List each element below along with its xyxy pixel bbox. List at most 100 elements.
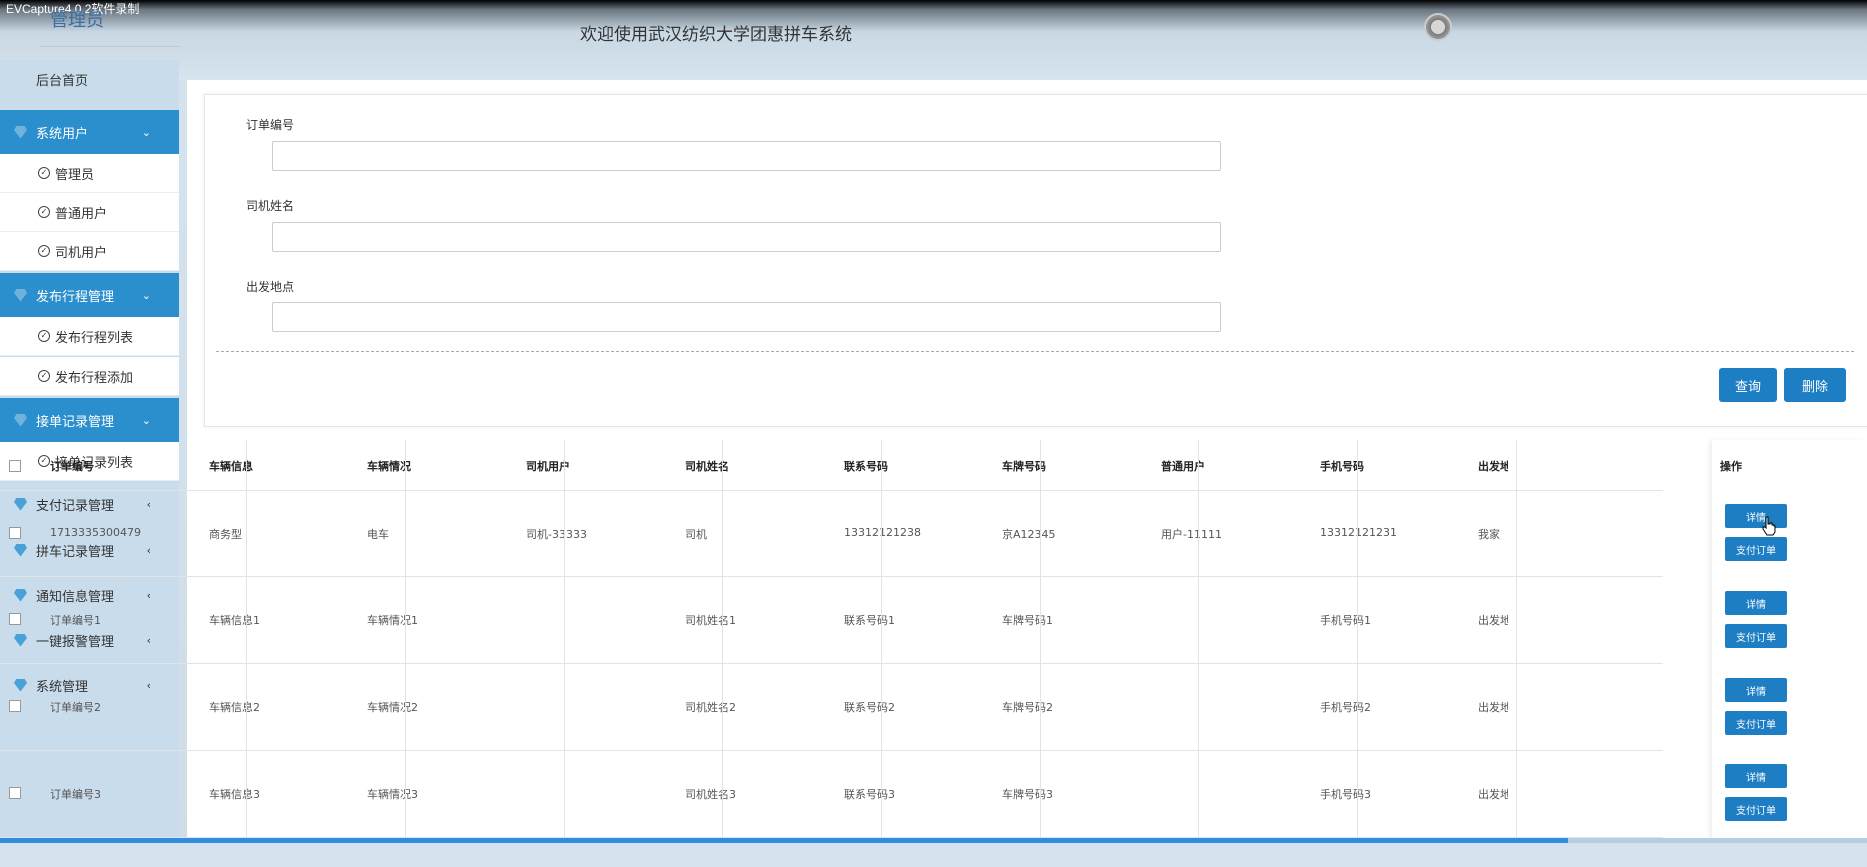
top-bar [0, 0, 1867, 80]
driver-name-input[interactable] [272, 222, 1221, 252]
table-row: 1713335300479 商务型 电车 司机-33333 司机 1331212… [0, 490, 1663, 577]
detail-button[interactable]: 详情 [1725, 591, 1787, 615]
column-divider [1357, 440, 1358, 867]
check-circle-icon: ✓ [38, 245, 50, 257]
table-row: 订单编号3 车辆信息3 车辆情况3 司机姓名3 联系号码3 车牌号码3 手机号码… [0, 750, 1663, 838]
sidebar-item-label: 发布行程列表 [55, 330, 134, 346]
hand-cursor-icon [1762, 516, 1776, 536]
driver-name-cell: 司机姓名1 [685, 614, 736, 627]
order-number-input[interactable] [272, 141, 1221, 171]
sidebar-group-order-records[interactable]: 接单记录管理 ⌄ [0, 398, 179, 442]
departure-label: 出发地点 [246, 280, 295, 294]
order-number-cell: 订单编号3 [50, 788, 101, 801]
divider [216, 351, 1854, 352]
operation-column: 操作 详情 支付订单 详情 支付订单 详情 支付订单 详情 支付订单 [1712, 440, 1867, 867]
select-all-checkbox[interactable] [9, 460, 21, 472]
departure-input[interactable] [272, 302, 1221, 332]
detail-button[interactable]: 详情 [1725, 678, 1787, 702]
check-circle-icon: ✓ [38, 206, 50, 218]
detail-button[interactable]: 详情 [1725, 764, 1787, 788]
delete-button[interactable]: 删除 [1784, 368, 1846, 402]
column-divider [1040, 440, 1041, 867]
sidebar-item-driver-users[interactable]: ✓ 司机用户 [0, 232, 179, 271]
phone-number-cell: 手机号码2 [1320, 701, 1371, 714]
detail-button[interactable]: 详情 [1725, 504, 1787, 528]
phone-number-cell: 13312121231 [1320, 526, 1397, 539]
order-number-cell: 1713335300479 [50, 526, 141, 539]
row-checkbox[interactable] [9, 787, 21, 799]
sidebar-item-admin[interactable]: ✓ 管理员 [0, 154, 179, 193]
query-button[interactable]: 查询 [1719, 368, 1777, 402]
contact-number-cell: 联系号码1 [844, 614, 895, 627]
sidebar-group-trip-management[interactable]: 发布行程管理 ⌄ [0, 273, 179, 317]
column-divider [1198, 440, 1199, 867]
vehicle-status-cell: 车辆情况1 [367, 614, 418, 627]
vehicle-status-cell: 电车 [367, 528, 389, 541]
pay-order-button[interactable]: 支付订单 [1725, 537, 1787, 561]
vehicle-info-cell: 车辆信息3 [209, 788, 260, 801]
plate-number-cell: 车牌号码1 [1002, 614, 1053, 627]
column-header: 出发地 [1478, 460, 1508, 473]
column-divider [881, 440, 882, 867]
chevron-down-icon: ⌄ [141, 413, 151, 427]
check-circle-icon: ✓ [38, 330, 50, 342]
sidebar-item-label: 发布行程添加 [55, 370, 134, 386]
sidebar-group-label: 接单记录管理 [36, 414, 115, 430]
sidebar-item-label: 管理员 [55, 167, 95, 183]
column-divider [405, 440, 406, 867]
driver-user-cell: 司机-33333 [526, 528, 587, 541]
vehicle-status-cell: 车辆情况3 [367, 788, 418, 801]
pay-order-button[interactable]: 支付订单 [1725, 797, 1787, 821]
sidebar-item-normal-users[interactable]: ✓ 普通用户 [0, 193, 179, 232]
driver-name-cell: 司机姓名2 [685, 701, 736, 714]
diamond-icon [14, 413, 27, 427]
chevron-down-icon: ⌄ [141, 125, 151, 139]
contact-number-cell: 联系号码2 [844, 701, 895, 714]
order-number-label: 订单编号 [246, 118, 295, 132]
sidebar-group-label: 发布行程管理 [36, 289, 115, 305]
check-circle-icon: ✓ [38, 370, 50, 382]
table-row: 订单编号1 车辆信息1 车辆情况1 司机姓名1 联系号码1 车牌号码1 手机号码… [0, 576, 1663, 664]
pay-order-button[interactable]: 支付订单 [1725, 711, 1787, 735]
sidebar-group-system-users[interactable]: 系统用户 ⌄ [0, 110, 179, 154]
loading-spinner-icon [1424, 13, 1452, 41]
recorder-bottom-bar [0, 843, 1867, 867]
driver-name-label: 司机姓名 [246, 199, 295, 213]
row-checkbox[interactable] [9, 527, 21, 539]
vehicle-info-cell: 车辆信息2 [209, 701, 260, 714]
column-divider [246, 440, 247, 867]
sidebar-item-home[interactable]: 后台首页 [36, 70, 88, 89]
sidebar-item-trip-list[interactable]: ✓ 发布行程列表 [0, 317, 179, 356]
column-divider [1516, 440, 1517, 867]
pay-order-button[interactable]: 支付订单 [1725, 624, 1787, 648]
column-header: 订单编号 [50, 460, 94, 473]
order-number-cell: 订单编号1 [50, 614, 101, 627]
row-checkbox[interactable] [9, 700, 21, 712]
contact-number-cell: 联系号码3 [844, 788, 895, 801]
diamond-icon [14, 125, 27, 139]
departure-cell: 出发地 [1478, 788, 1508, 801]
normal-user-cell: 用户-11111 [1161, 528, 1222, 541]
chevron-down-icon: ⌄ [141, 288, 151, 302]
row-checkbox[interactable] [9, 613, 21, 625]
sidebar-item-trip-add[interactable]: ✓ 发布行程添加 [0, 357, 179, 396]
role-title: 管理员 [50, 10, 104, 31]
plate-number-cell: 车牌号码3 [1002, 788, 1053, 801]
phone-number-cell: 手机号码3 [1320, 788, 1371, 801]
column-divider [722, 440, 723, 867]
driver-name-cell: 司机 [685, 528, 707, 541]
departure-cell: 出发地 [1478, 614, 1508, 627]
driver-name-cell: 司机姓名3 [685, 788, 736, 801]
page-title: 欢迎使用武汉纺织大学团惠拼车系统 [580, 25, 852, 45]
departure-cell: 我家 [1478, 528, 1500, 541]
phone-number-cell: 手机号码1 [1320, 614, 1371, 627]
vehicle-info-cell: 商务型 [209, 528, 242, 541]
sidebar-divider [40, 46, 180, 47]
table-row: 订单编号2 车辆信息2 车辆情况2 司机姓名2 联系号码2 车牌号码2 手机号码… [0, 663, 1663, 751]
departure-cell: 出发地 [1478, 701, 1508, 714]
check-circle-icon: ✓ [38, 167, 50, 179]
vehicle-status-cell: 车辆情况2 [367, 701, 418, 714]
column-header: 操作 [1720, 460, 1742, 473]
diamond-icon [14, 288, 27, 302]
contact-number-cell: 13312121238 [844, 526, 921, 539]
